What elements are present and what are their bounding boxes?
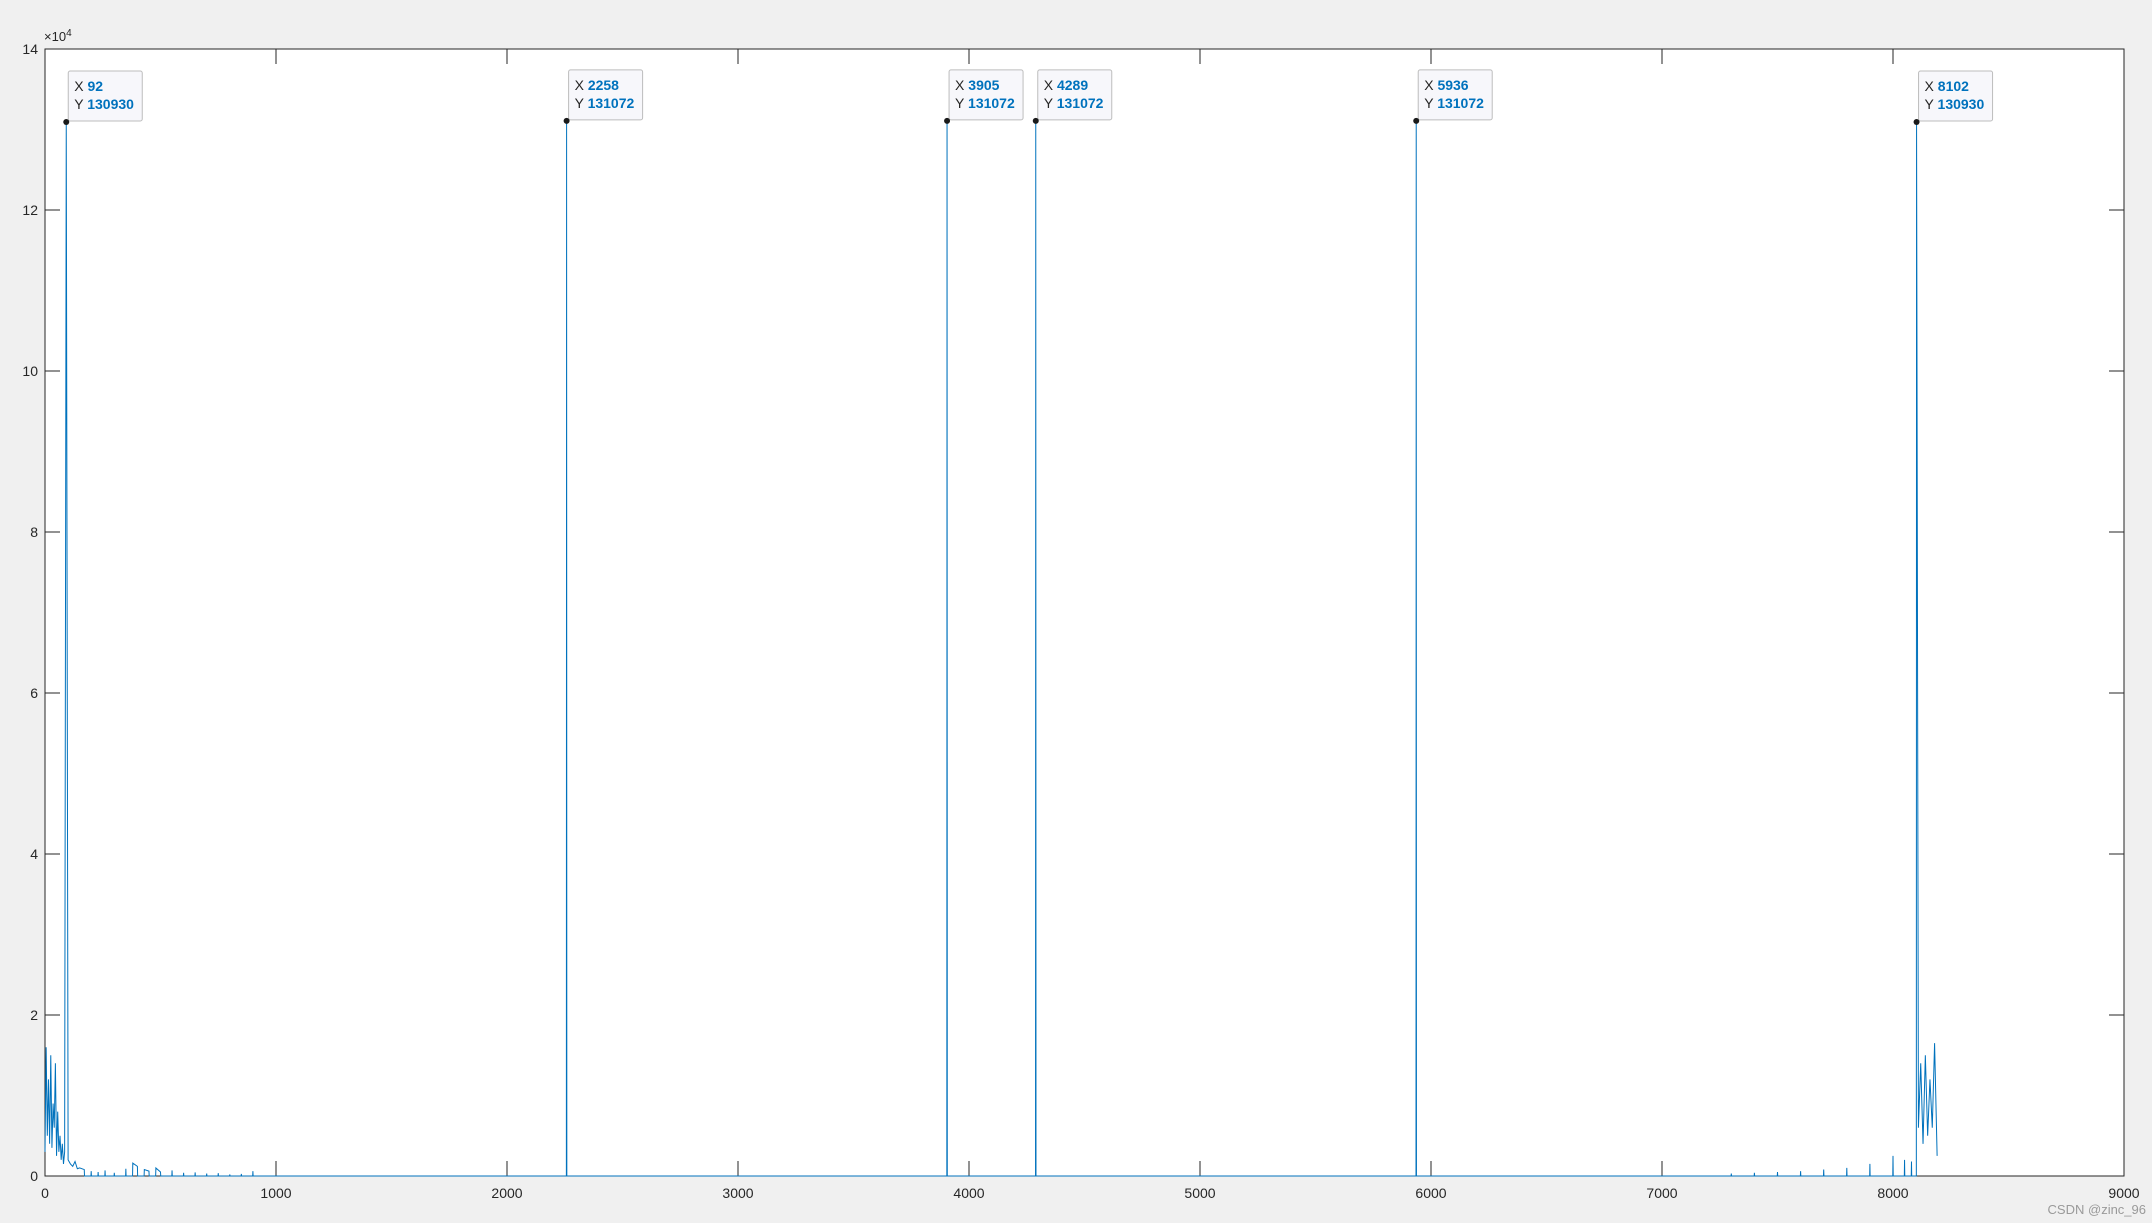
datatip-x-key: X bbox=[1044, 77, 1057, 93]
y-tick-label: 8 bbox=[30, 524, 38, 540]
datatip-x-key: X bbox=[1424, 77, 1437, 93]
datatip-y-value: 131072 bbox=[1057, 95, 1104, 111]
datatip-x-key: X bbox=[1925, 78, 1938, 94]
datatip-y-key: Y bbox=[1044, 95, 1057, 111]
watermark: CSDN @zinc_96 bbox=[2047, 1202, 2146, 1217]
datatip-marker bbox=[563, 117, 570, 124]
y-tick-label: 12 bbox=[22, 202, 38, 218]
datatip-x-row: X 3905 bbox=[955, 77, 1000, 93]
axes-box[interactable] bbox=[44, 48, 2125, 1177]
datatip-y-row: Y 130930 bbox=[1925, 96, 1985, 112]
y-exponent-base: ×10 bbox=[44, 29, 66, 44]
datatip-y-row: Y 130930 bbox=[74, 96, 134, 112]
datatip-x-key: X bbox=[575, 77, 588, 93]
x-tick-label: 9000 bbox=[2108, 1185, 2139, 1201]
y-exponent-power: 4 bbox=[66, 28, 72, 39]
datatip[interactable]: X 2258Y 131072 bbox=[563, 69, 644, 124]
y-tick-label: 6 bbox=[30, 685, 38, 701]
datatip-y-key: Y bbox=[955, 95, 968, 111]
x-tick-label: 5000 bbox=[1184, 1185, 1215, 1201]
x-tick-label: 2000 bbox=[491, 1185, 522, 1201]
x-tick-label: 8000 bbox=[1877, 1185, 1908, 1201]
datatip-x-value: 3905 bbox=[968, 77, 999, 93]
datatip-y-key: Y bbox=[1424, 95, 1437, 111]
x-tick-label: 0 bbox=[41, 1185, 49, 1201]
datatip-y-row: Y 131072 bbox=[1044, 95, 1104, 111]
datatip-marker bbox=[944, 117, 951, 124]
datatip-y-key: Y bbox=[575, 95, 588, 111]
y-tick-label: 4 bbox=[30, 846, 38, 862]
y-tick-label: 0 bbox=[30, 1168, 38, 1184]
datatip-y-value: 131072 bbox=[1437, 95, 1484, 111]
figure: 0 1000 2000 3000 4000 5000 6000 7000 8000 9000 0 2 4… bbox=[0, 0, 2152, 1223]
datatip-y-value: 130930 bbox=[1938, 96, 1985, 112]
datatip-x-row: X 2258 bbox=[575, 77, 620, 93]
datatip-y-key: Y bbox=[74, 96, 87, 112]
x-tick-label: 7000 bbox=[1646, 1185, 1677, 1201]
datatip-x-value: 4289 bbox=[1057, 77, 1088, 93]
datatip-y-row: Y 131072 bbox=[575, 95, 635, 111]
datatip-y-value: 131072 bbox=[588, 95, 635, 111]
datatip-x-value: 5936 bbox=[1437, 77, 1468, 93]
datatip-x-row: X 5936 bbox=[1424, 77, 1469, 93]
datatip[interactable]: X 92Y 130930 bbox=[63, 70, 143, 126]
datatip-x-key: X bbox=[955, 77, 968, 93]
datatip-y-row: Y 131072 bbox=[1424, 95, 1484, 111]
datatip-y-key: Y bbox=[1925, 96, 1938, 112]
datatip-marker bbox=[1032, 117, 1039, 124]
datatip-x-row: X 8102 bbox=[1925, 78, 1970, 94]
datatip-x-row: X 92 bbox=[74, 78, 103, 94]
x-tick-label: 1000 bbox=[260, 1185, 291, 1201]
y-tick-label: 14 bbox=[22, 41, 38, 57]
datatip[interactable]: X 3905Y 131072 bbox=[944, 69, 1024, 124]
x-tick-label: 3000 bbox=[722, 1185, 753, 1201]
x-tick-label: 4000 bbox=[953, 1185, 984, 1201]
datatip-marker bbox=[63, 119, 70, 126]
datatip[interactable]: X 8102Y 130930 bbox=[1913, 70, 1994, 126]
datatip-x-value: 2258 bbox=[588, 77, 619, 93]
datatip-y-value: 130930 bbox=[87, 96, 134, 112]
y-tick-label: 10 bbox=[22, 363, 38, 379]
datatip-marker bbox=[1413, 117, 1420, 124]
datatip-y-row: Y 131072 bbox=[955, 95, 1015, 111]
datatip-x-value: 92 bbox=[87, 78, 103, 94]
y-tick-label: 2 bbox=[30, 1007, 38, 1023]
datatip-y-value: 131072 bbox=[968, 95, 1015, 111]
datatip-x-row: X 4289 bbox=[1044, 77, 1089, 93]
datatip-marker bbox=[1913, 119, 1920, 126]
x-tick-label: 6000 bbox=[1415, 1185, 1446, 1201]
datatip-x-key: X bbox=[74, 78, 87, 94]
datatip-x-value: 8102 bbox=[1938, 78, 1969, 94]
datatip[interactable]: X 5936Y 131072 bbox=[1413, 69, 1493, 124]
datatip[interactable]: X 4289Y 131072 bbox=[1032, 69, 1113, 124]
